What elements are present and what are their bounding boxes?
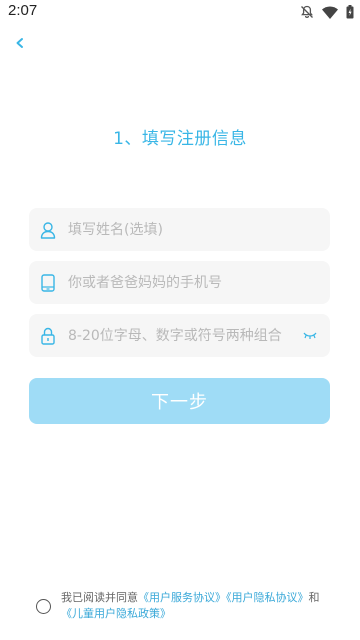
- bell-off-icon: [300, 4, 314, 23]
- phone-input[interactable]: [68, 261, 330, 304]
- lock-icon: [40, 327, 56, 345]
- agreement-radio[interactable]: [36, 599, 51, 614]
- status-time: 2:07: [8, 2, 38, 19]
- back-chevron-icon: [10, 38, 32, 58]
- user-privacy-link[interactable]: 《用户隐私协议》: [226, 591, 309, 604]
- phone-field[interactable]: [29, 261, 330, 304]
- name-field[interactable]: [29, 208, 330, 251]
- agreement-text: 我已阅读并同意《用户服务协议》《用户隐私协议》和《儿童用户隐私政策》: [61, 590, 320, 622]
- agreement-and: 和: [308, 591, 320, 604]
- battery-icon: [346, 4, 354, 23]
- eye-closed-icon[interactable]: [302, 329, 318, 343]
- agreement-prefix: 我已阅读并同意: [61, 591, 138, 604]
- status-icons: [300, 4, 354, 23]
- status-bar: 2:07: [0, 0, 360, 24]
- wifi-icon: [322, 4, 338, 23]
- page-title: 1、填写注册信息: [113, 129, 247, 149]
- user-icon: [40, 221, 56, 239]
- next-button[interactable]: 下一步: [29, 378, 330, 424]
- phone-icon: [40, 273, 56, 292]
- password-input[interactable]: [68, 314, 302, 357]
- user-service-link[interactable]: 《用户服务协议》: [138, 591, 226, 604]
- password-field[interactable]: [29, 314, 330, 357]
- child-privacy-link[interactable]: 《儿童用户隐私政策》: [61, 607, 171, 620]
- name-input[interactable]: [68, 208, 330, 251]
- agreement-row: 我已阅读并同意《用户服务协议》《用户隐私协议》和《儿童用户隐私政策》: [36, 590, 336, 622]
- back-button[interactable]: [10, 32, 32, 54]
